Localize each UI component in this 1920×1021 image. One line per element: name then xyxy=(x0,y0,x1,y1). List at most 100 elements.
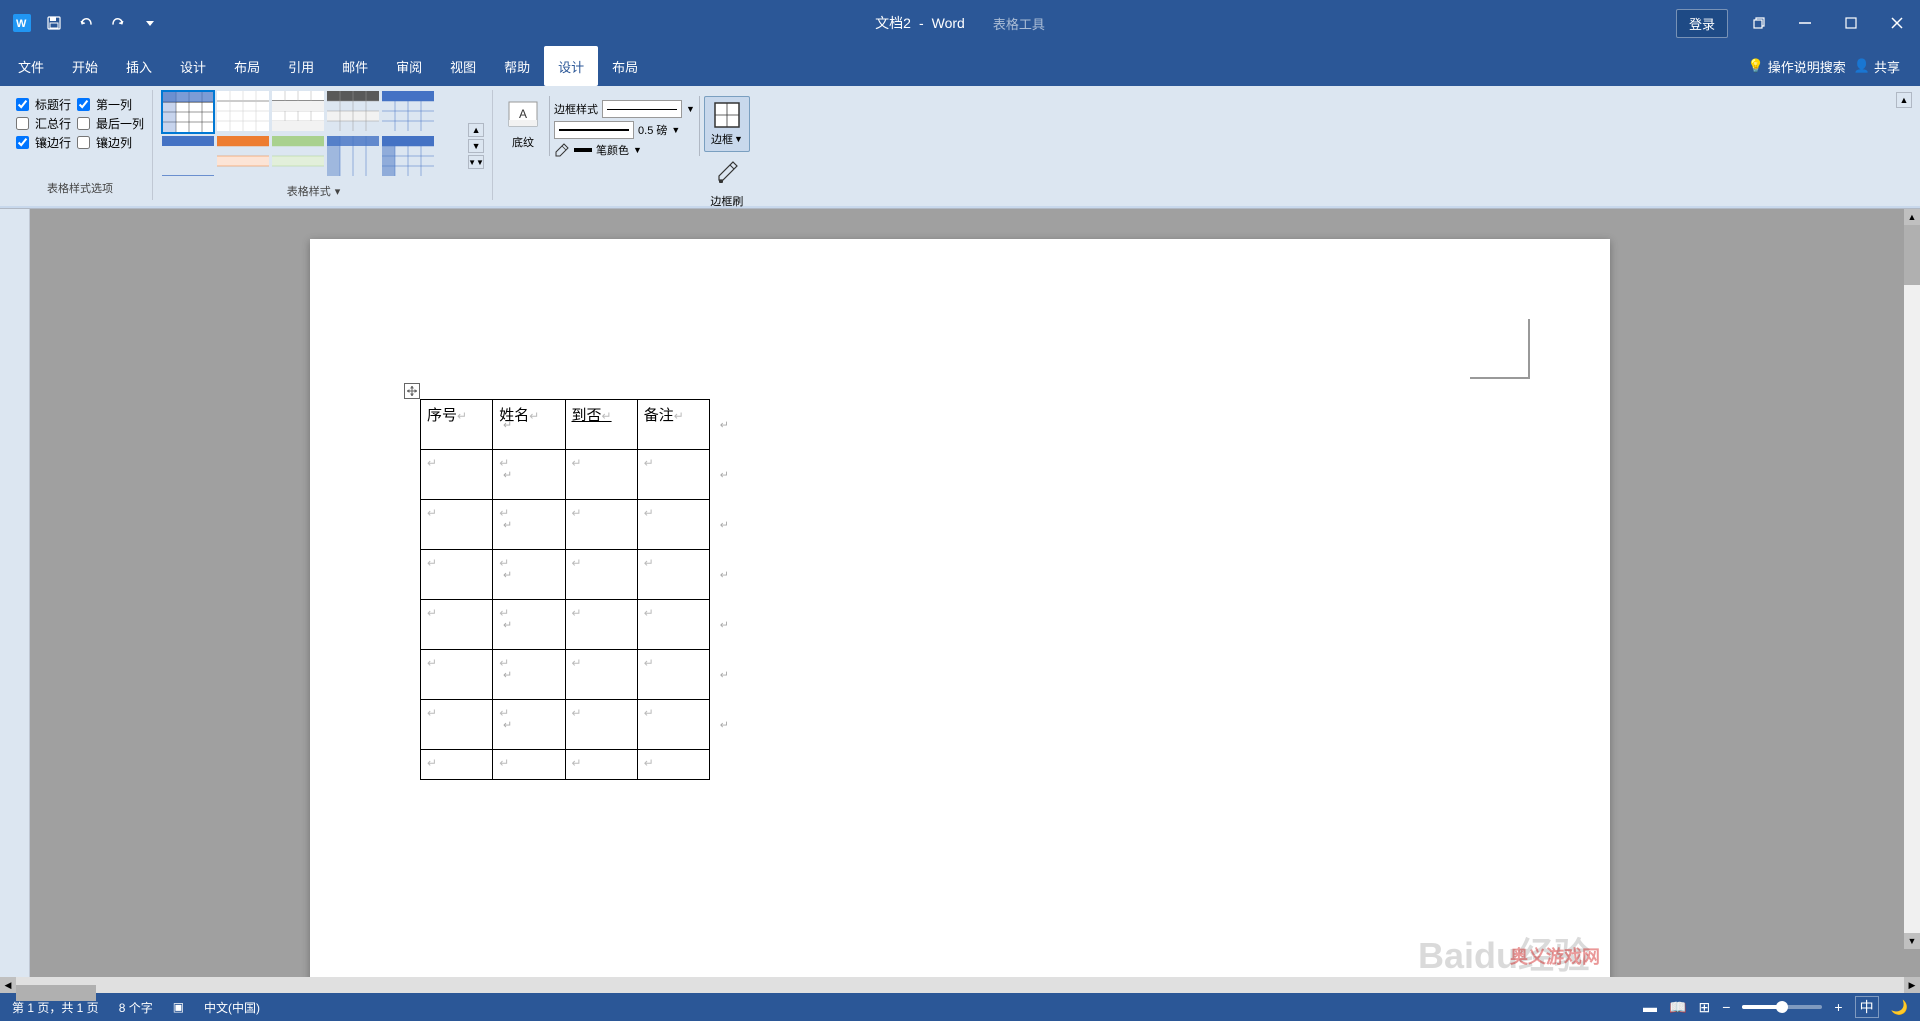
style-cell-2[interactable] xyxy=(216,90,270,134)
zoom-thumb[interactable] xyxy=(1776,1001,1788,1013)
zoom-out-icon[interactable]: − xyxy=(1722,999,1730,1015)
view-read-icon[interactable]: 📖 xyxy=(1669,999,1686,1016)
pen-color-dropdown[interactable]: ▼ xyxy=(633,145,642,155)
checkbox-first-col-input[interactable] xyxy=(77,98,90,111)
menu-file[interactable]: 文件 xyxy=(4,46,58,86)
table-cell[interactable]: ↵ xyxy=(565,600,637,650)
hscroll-left-btn[interactable]: ◀ xyxy=(0,977,16,993)
border-style-dropdown[interactable]: ▼ xyxy=(686,104,695,114)
word-table[interactable]: 序号↵ ↵ 姓名↵ 到否↵ 备注↵ ↵ xyxy=(420,399,710,780)
gallery-scroll-down[interactable]: ▼ xyxy=(468,139,484,153)
minimize-btn[interactable] xyxy=(1782,0,1828,46)
gallery-scroll-up[interactable]: ▲ xyxy=(468,123,484,137)
hscroll-right-btn[interactable]: ▶ xyxy=(1904,977,1920,993)
table-header-note[interactable]: 备注↵ ↵ xyxy=(637,400,709,450)
table-cell[interactable]: ↵ xyxy=(421,750,493,780)
scrollbar-thumb[interactable] xyxy=(1904,225,1920,285)
checkbox-banded-rows-input[interactable] xyxy=(16,136,29,149)
table-cell[interactable]: ↵ xyxy=(493,450,565,500)
maximize-btn[interactable] xyxy=(1828,0,1874,46)
restore-window-btn[interactable] xyxy=(1736,0,1782,46)
table-cell[interactable]: ↵ xyxy=(493,600,565,650)
menu-table-layout[interactable]: 布局 xyxy=(598,46,652,86)
undo-quick-btn[interactable] xyxy=(72,9,100,37)
table-cell[interactable]: ↵↵ xyxy=(421,550,493,600)
table-cell[interactable]: ↵ xyxy=(493,650,565,700)
checkbox-last-col-input[interactable] xyxy=(77,117,90,130)
table-cell[interactable]: ↵ xyxy=(565,700,637,750)
ribbon-collapse-btn[interactable]: ▲ xyxy=(1896,92,1912,108)
table-cell[interactable]: ↵ xyxy=(565,500,637,550)
style-cell-7[interactable] xyxy=(216,135,270,179)
table-move-handle[interactable] xyxy=(404,383,420,399)
style-cell-8[interactable] xyxy=(271,135,325,179)
scrollbar-down-btn[interactable]: ▼ xyxy=(1904,933,1920,949)
checkbox-total-row-input[interactable] xyxy=(16,117,29,130)
style-cell-3[interactable] xyxy=(271,90,325,134)
status-input-mode[interactable]: 中 xyxy=(1855,996,1879,1018)
checkbox-banded-cols-input[interactable] xyxy=(77,136,90,149)
border-dropdown-arrow[interactable]: ▼ xyxy=(734,134,743,144)
table-cell[interactable]: ↵ xyxy=(637,750,709,780)
table-cell[interactable]: ↵↵ xyxy=(421,700,493,750)
table-cell[interactable]: ↵ xyxy=(493,550,565,600)
close-btn[interactable] xyxy=(1874,0,1920,46)
table-cell[interactable]: ↵ xyxy=(565,650,637,700)
style-cell-5[interactable] xyxy=(381,90,435,134)
style-cell-9[interactable] xyxy=(326,135,380,179)
menu-mail[interactable]: 邮件 xyxy=(328,46,382,86)
border-brush-button[interactable]: 边框刷 xyxy=(704,154,749,213)
style-cell-4[interactable] xyxy=(326,90,380,134)
style-cell-10[interactable] xyxy=(381,135,435,179)
menu-review[interactable]: 审阅 xyxy=(382,46,436,86)
menu-home[interactable]: 开始 xyxy=(58,46,112,86)
scrollbar-up-btn[interactable]: ▲ xyxy=(1904,209,1920,225)
login-button[interactable]: 登录 xyxy=(1676,9,1728,38)
table-cell[interactable]: ↵↵ xyxy=(637,600,709,650)
table-cell[interactable]: ↵↵ xyxy=(637,650,709,700)
menu-view[interactable]: 视图 xyxy=(436,46,490,86)
table-cell[interactable]: ↵ xyxy=(493,500,565,550)
table-cell[interactable]: ↵↵ xyxy=(637,500,709,550)
redo-quick-btn[interactable] xyxy=(104,9,132,37)
hscroll-thumb[interactable] xyxy=(16,985,96,1001)
menu-table-design[interactable]: 设计 xyxy=(544,46,598,86)
menu-layout[interactable]: 布局 xyxy=(220,46,274,86)
zoom-slider[interactable] xyxy=(1742,1005,1822,1009)
table-cell[interactable]: ↵ xyxy=(565,550,637,600)
menu-insert[interactable]: 插入 xyxy=(112,46,166,86)
shading-button[interactable]: A 底纹 xyxy=(501,96,545,154)
table-cell[interactable]: ↵↵ xyxy=(421,600,493,650)
table-cell[interactable]: ↵↵ xyxy=(421,450,493,500)
share-button[interactable]: 👤 共享 xyxy=(1854,57,1900,76)
zoom-in-icon[interactable]: + xyxy=(1834,999,1842,1015)
menu-help[interactable]: 帮助 xyxy=(490,46,544,86)
table-cell[interactable]: ↵ xyxy=(493,750,565,780)
table-header-seqno[interactable]: 序号↵ ↵ xyxy=(421,400,493,450)
style-cell-1[interactable] xyxy=(161,90,215,134)
gallery-scroll-expand[interactable]: ▼▼ xyxy=(468,155,484,169)
style-cell-6[interactable] xyxy=(161,135,215,179)
table-header-name[interactable]: 姓名↵ xyxy=(493,400,565,450)
table-cell[interactable]: ↵ xyxy=(565,750,637,780)
menu-design[interactable]: 设计 xyxy=(166,46,220,86)
expand-gallery-icon[interactable]: ▾ xyxy=(335,185,341,198)
search-box[interactable]: 💡 操作说明搜索 xyxy=(1748,57,1846,76)
checkbox-header-row-input[interactable] xyxy=(16,98,29,111)
table-cell[interactable]: ↵↵ xyxy=(421,500,493,550)
customize-quick-btn[interactable] xyxy=(136,9,164,37)
save-quick-btn[interactable] xyxy=(40,9,68,37)
menu-references[interactable]: 引用 xyxy=(274,46,328,86)
table-cell[interactable]: ↵↵ xyxy=(637,450,709,500)
border-weight-dropdown[interactable]: ▼ xyxy=(671,125,680,135)
view-web-icon[interactable]: ⊞ xyxy=(1698,999,1710,1016)
table-header-arrived[interactable]: 到否↵ xyxy=(565,400,637,450)
table-cell[interactable]: ↵↵ xyxy=(637,550,709,600)
view-normal-icon[interactable]: ▬ xyxy=(1643,999,1657,1015)
table-cell[interactable]: ↵↵ xyxy=(421,650,493,700)
table-cell[interactable]: ↵↵ xyxy=(637,700,709,750)
table-cell[interactable]: ↵ xyxy=(565,450,637,500)
border-main-button[interactable]: 边框 ▼ xyxy=(704,96,750,152)
table-cell[interactable]: ↵ xyxy=(493,700,565,750)
scrollbar-track[interactable] xyxy=(1904,225,1920,933)
